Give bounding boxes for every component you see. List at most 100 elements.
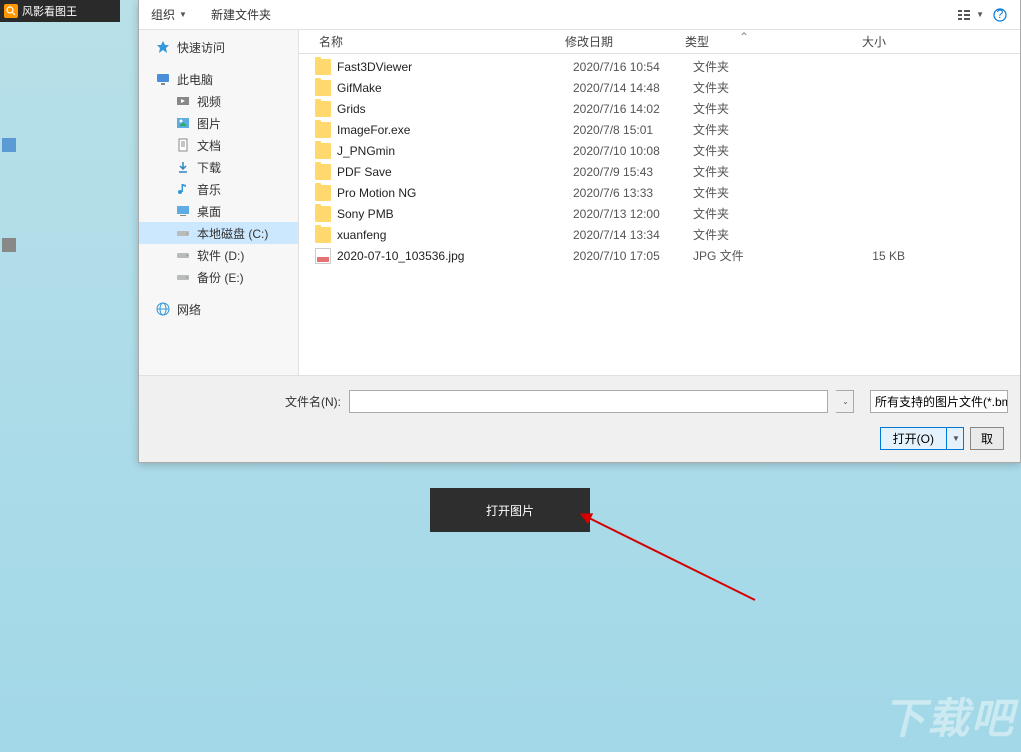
sidebar-item-music[interactable]: 音乐 <box>139 178 298 200</box>
sidebar-item-this-pc[interactable]: 此电脑 <box>139 68 298 90</box>
sidebar-item-label: 此电脑 <box>177 71 213 88</box>
app-titlebar: 风影看图王 <box>0 0 120 22</box>
filetype-label: 所有支持的图片文件(*.bmp <box>875 393 1008 410</box>
column-headers: 名称 ⌃ 修改日期 类型 大小 <box>299 30 1020 54</box>
folder-icon <box>315 206 331 222</box>
sidebar-item-network[interactable]: 网络 <box>139 298 298 320</box>
file-row[interactable]: Fast3DViewer2020/7/16 10:54文件夹 <box>299 56 1020 77</box>
sidebar-item-quick-access[interactable]: 快速访问 <box>139 36 298 58</box>
folder-icon <box>315 227 331 243</box>
new-folder-button[interactable]: 新建文件夹 <box>211 6 271 23</box>
document-icon <box>175 137 191 153</box>
file-date: 2020/7/6 13:33 <box>573 186 693 200</box>
drive-icon <box>175 269 191 285</box>
annotation-arrow <box>575 505 775 615</box>
file-type: 文件夹 <box>693 100 815 117</box>
open-image-button[interactable]: 打开图片 <box>430 488 590 532</box>
watermark: 下载吧 <box>883 685 1015 746</box>
sidebar-item-label: 快速访问 <box>177 39 225 56</box>
file-type: 文件夹 <box>693 205 815 222</box>
desktop-icon <box>175 203 191 219</box>
header-name[interactable]: 名称 <box>299 30 557 53</box>
chevron-down-icon: ▼ <box>952 434 960 443</box>
file-date: 2020/7/16 10:54 <box>573 60 693 74</box>
sidebar-item-documents[interactable]: 文档 <box>139 134 298 156</box>
file-list: Fast3DViewer2020/7/16 10:54文件夹GifMake202… <box>299 54 1020 375</box>
file-row[interactable]: 2020-07-10_103536.jpg2020/7/10 17:05JPG … <box>299 245 1020 266</box>
folder-icon <box>315 122 331 138</box>
sidebar-item-downloads[interactable]: 下载 <box>139 156 298 178</box>
open-button-dropdown[interactable]: ▼ <box>947 428 963 449</box>
sidebar-item-software-d[interactable]: 软件 (D:) <box>139 244 298 266</box>
view-mode-button[interactable]: ▼ <box>956 7 984 23</box>
file-date: 2020/7/16 14:02 <box>573 102 693 116</box>
file-type: JPG 文件 <box>693 247 815 264</box>
app-title: 风影看图王 <box>22 3 77 19</box>
image-file-icon <box>315 248 331 264</box>
file-row[interactable]: GifMake2020/7/14 14:48文件夹 <box>299 77 1020 98</box>
file-date: 2020/7/14 13:34 <box>573 228 693 242</box>
sidebar-item-label: 软件 (D:) <box>197 247 244 264</box>
file-row[interactable]: Pro Motion NG2020/7/6 13:33文件夹 <box>299 182 1020 203</box>
cancel-button[interactable]: 取 <box>970 427 1004 450</box>
star-icon <box>155 39 171 55</box>
filename-history-dropdown[interactable]: ⌄ <box>836 390 854 413</box>
file-row[interactable]: Sony PMB2020/7/13 12:00文件夹 <box>299 203 1020 224</box>
file-name: ImageFor.exe <box>337 123 573 137</box>
file-row[interactable]: ImageFor.exe2020/7/8 15:01文件夹 <box>299 119 1020 140</box>
new-folder-label: 新建文件夹 <box>211 6 271 23</box>
file-name: GifMake <box>337 81 573 95</box>
sidebar-item-backup-e[interactable]: 备份 (E:) <box>139 266 298 288</box>
file-name: Pro Motion NG <box>337 186 573 200</box>
desktop-shortcut-icon <box>2 138 16 152</box>
sidebar-item-label: 本地磁盘 (C:) <box>197 225 268 242</box>
drive-icon <box>175 247 191 263</box>
header-date[interactable]: 修改日期 <box>557 30 677 53</box>
file-type: 文件夹 <box>693 79 815 96</box>
sidebar-item-label: 文档 <box>197 137 221 154</box>
filename-label: 文件名(N): <box>151 393 341 410</box>
file-name: Fast3DViewer <box>337 60 573 74</box>
filename-input[interactable] <box>349 390 828 413</box>
network-icon <box>155 301 171 317</box>
file-date: 2020/7/8 15:01 <box>573 123 693 137</box>
drive-icon <box>175 225 191 241</box>
file-name: Sony PMB <box>337 207 573 221</box>
navigation-sidebar: 快速访问 此电脑 视频 图片 文档 下载 <box>139 30 299 375</box>
filetype-select[interactable]: 所有支持的图片文件(*.bmp <box>870 390 1008 413</box>
file-row[interactable]: Grids2020/7/16 14:02文件夹 <box>299 98 1020 119</box>
sidebar-item-label: 网络 <box>177 301 201 318</box>
file-date: 2020/7/9 15:43 <box>573 165 693 179</box>
file-row[interactable]: PDF Save2020/7/9 15:43文件夹 <box>299 161 1020 182</box>
header-type[interactable]: 类型 <box>677 30 799 53</box>
sort-arrow-icon: ⌃ <box>739 30 749 44</box>
file-row[interactable]: xuanfeng2020/7/14 13:34文件夹 <box>299 224 1020 245</box>
file-type: 文件夹 <box>693 226 815 243</box>
file-name: 2020-07-10_103536.jpg <box>337 249 573 263</box>
file-type: 文件夹 <box>693 58 815 75</box>
organize-label: 组织 <box>151 6 175 23</box>
chevron-down-icon: ▼ <box>179 10 187 19</box>
chevron-down-icon: ▼ <box>976 10 984 19</box>
file-date: 2020/7/14 14:48 <box>573 81 693 95</box>
open-image-label: 打开图片 <box>486 502 534 519</box>
sidebar-item-desktop[interactable]: 桌面 <box>139 200 298 222</box>
file-row[interactable]: J_PNGmin2020/7/10 10:08文件夹 <box>299 140 1020 161</box>
help-button[interactable]: ? <box>992 7 1008 23</box>
desktop-shortcut-icon <box>2 238 16 252</box>
folder-icon <box>315 80 331 96</box>
picture-icon <box>175 115 191 131</box>
organize-menu[interactable]: 组织 ▼ <box>151 6 187 23</box>
file-type: 文件夹 <box>693 163 815 180</box>
header-size[interactable]: 大小 <box>799 30 899 53</box>
music-icon <box>175 181 191 197</box>
sidebar-item-pictures[interactable]: 图片 <box>139 112 298 134</box>
open-button[interactable]: 打开(O) ▼ <box>880 427 964 450</box>
file-name: Grids <box>337 102 573 116</box>
download-icon <box>175 159 191 175</box>
sidebar-item-label: 视频 <box>197 93 221 110</box>
sidebar-item-videos[interactable]: 视频 <box>139 90 298 112</box>
sidebar-item-local-disk-c[interactable]: 本地磁盘 (C:) <box>139 222 298 244</box>
folder-icon <box>315 185 331 201</box>
folder-icon <box>315 164 331 180</box>
